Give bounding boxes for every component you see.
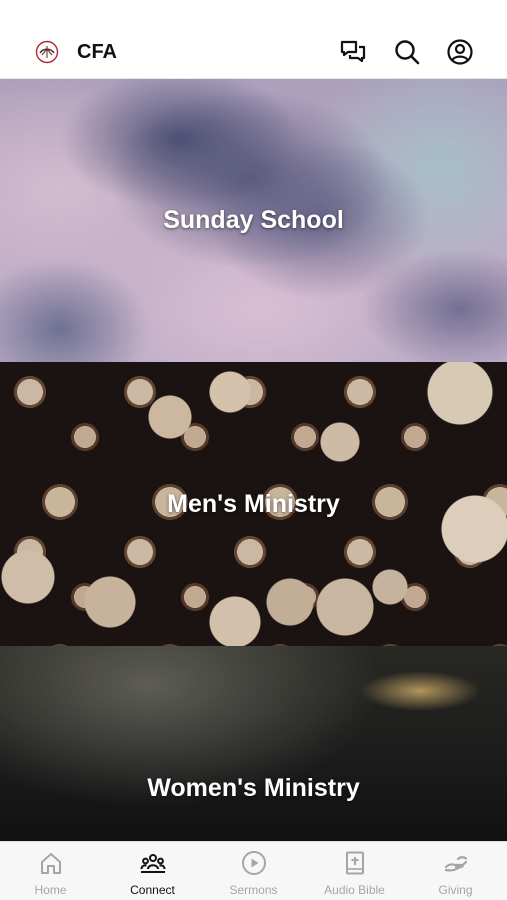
chat-icon[interactable]	[339, 38, 367, 66]
card-title-sunday-school: Sunday School	[163, 206, 344, 234]
tab-label-sermons: Sermons	[229, 883, 278, 897]
tab-sermons[interactable]: Sermons	[203, 842, 304, 900]
people-icon	[140, 854, 165, 873]
church-logo-icon[interactable]	[35, 40, 59, 64]
tab-label-giving: Giving	[438, 883, 473, 897]
play-circle-icon	[241, 851, 266, 875]
top-app-bar: CFA	[0, 0, 507, 79]
tab-label-audio-bible: Audio Bible	[324, 883, 385, 897]
bottom-tab-bar: Home Connect Sermons Audio Bible Giving	[0, 841, 507, 900]
book-icon	[345, 851, 364, 875]
tab-home[interactable]: Home	[0, 842, 101, 900]
card-title-womens-ministry: Women's Ministry	[147, 774, 360, 802]
home-icon	[40, 853, 61, 874]
profile-icon[interactable]	[446, 38, 474, 66]
search-icon[interactable]	[393, 38, 421, 66]
card-title-mens-ministry: Men's Ministry	[167, 490, 340, 518]
tab-audio-bible[interactable]: Audio Bible	[304, 842, 405, 900]
tab-giving[interactable]: Giving	[405, 842, 506, 900]
app-screen: CFA Sunday School Men's Ministry Women's…	[0, 0, 507, 900]
giving-hand-icon	[444, 856, 467, 872]
card-overlay	[0, 646, 507, 842]
tab-label-home: Home	[34, 883, 67, 897]
card-sunday-school[interactable]: Sunday School	[0, 79, 507, 362]
card-womens-ministry[interactable]: Women's Ministry	[0, 646, 507, 842]
tab-connect[interactable]: Connect	[102, 842, 203, 900]
app-title: CFA	[77, 41, 117, 63]
tab-label-connect: Connect	[130, 883, 175, 897]
card-mens-ministry[interactable]: Men's Ministry	[0, 362, 507, 646]
